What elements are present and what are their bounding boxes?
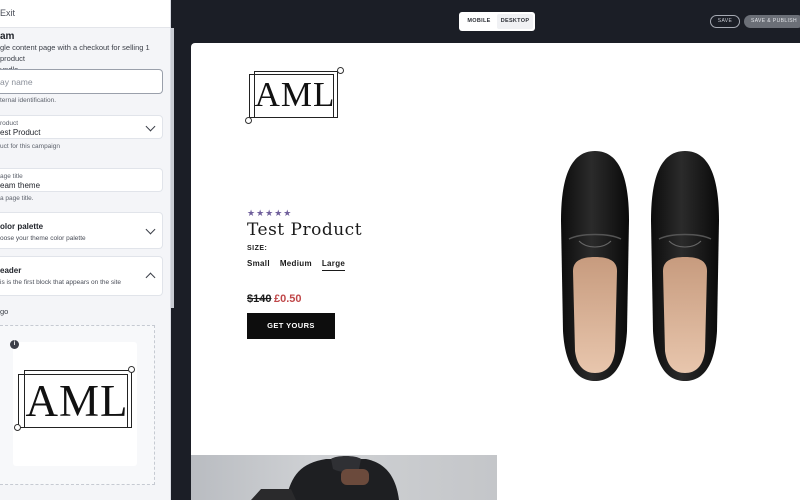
header-accordion[interactable]: eader is is the first block that appears… bbox=[0, 256, 163, 296]
product-title: Test Product bbox=[247, 220, 363, 240]
chevron-down-icon[interactable] bbox=[145, 121, 156, 132]
page-preview: AML ★★★★★ Test Product SIZE: Small Mediu… bbox=[191, 43, 800, 500]
resize-handle-icon[interactable] bbox=[337, 67, 344, 74]
exit-link[interactable]: Exit bbox=[0, 8, 15, 18]
resize-handle-icon[interactable] bbox=[14, 424, 21, 431]
campaign-title: am bbox=[0, 31, 15, 42]
color-palette-accordion[interactable]: olor palette oose your theme color palet… bbox=[0, 212, 163, 249]
chevron-down-icon[interactable] bbox=[145, 224, 156, 235]
product-select-label: roduct bbox=[0, 120, 19, 127]
resize-handle-icon[interactable] bbox=[245, 117, 252, 124]
original-price: $140 bbox=[247, 293, 272, 305]
desktop-view-button[interactable]: DESKTOP bbox=[497, 14, 533, 29]
resize-handle-icon[interactable] bbox=[128, 366, 135, 373]
color-palette-sub: oose your theme color palette bbox=[0, 235, 86, 242]
campaign-name-help: ternal identification. bbox=[0, 97, 57, 104]
size-options: Small Medium Large bbox=[247, 259, 346, 271]
logo-text: AML bbox=[254, 75, 336, 114]
size-option-small[interactable]: Small bbox=[247, 259, 270, 271]
product-select-value: est Product bbox=[0, 128, 41, 137]
product-select[interactable]: roduct est Product bbox=[0, 115, 163, 139]
sidebar-scrollbar[interactable] bbox=[171, 28, 174, 308]
header-section-sub: is is the first block that appears on th… bbox=[0, 279, 122, 286]
sidebar-header: Exit bbox=[0, 0, 170, 28]
lifestyle-photo bbox=[191, 455, 497, 500]
aml-logo-thumbnail: AML bbox=[14, 366, 136, 434]
campaign-name-placeholder: ay name bbox=[0, 77, 33, 87]
device-toggle: MOBILE DESKTOP bbox=[459, 12, 535, 31]
brand-logo[interactable]: AML bbox=[245, 67, 344, 124]
right-shoe bbox=[651, 151, 719, 381]
mobile-view-button[interactable]: MOBILE bbox=[461, 14, 497, 29]
rating-stars: ★★★★★ bbox=[247, 208, 293, 218]
size-option-large[interactable]: Large bbox=[321, 259, 346, 271]
size-label: SIZE: bbox=[247, 245, 268, 252]
save-publish-button[interactable]: SAVE & PUBLISH bbox=[744, 15, 800, 28]
get-yours-button[interactable]: GET YOURS bbox=[247, 313, 335, 339]
page-title-label: age title bbox=[0, 173, 23, 180]
chevron-up-icon[interactable] bbox=[145, 272, 156, 283]
header-section-label: eader bbox=[0, 266, 22, 275]
product-image bbox=[561, 151, 719, 381]
page-title-field[interactable]: age title eam theme bbox=[0, 168, 163, 192]
color-palette-label: olor palette bbox=[0, 222, 44, 231]
lifestyle-photo-graphic bbox=[251, 456, 399, 500]
campaign-name-field[interactable]: ay name bbox=[0, 69, 163, 94]
page-title-help: a page title. bbox=[0, 195, 34, 202]
logo-label: go bbox=[0, 307, 9, 316]
product-help: uct for this campaign bbox=[0, 143, 60, 150]
logo-upload-area[interactable]: AML bbox=[0, 325, 155, 485]
info-icon[interactable]: i bbox=[10, 340, 19, 349]
page-title-value: eam theme bbox=[0, 181, 41, 190]
save-button[interactable]: SAVE bbox=[710, 15, 740, 28]
logo-text: AML bbox=[25, 376, 129, 426]
left-shoe bbox=[561, 151, 629, 381]
logo-preview-card: AML bbox=[13, 342, 137, 466]
sale-price: £0.50 bbox=[274, 293, 302, 305]
editor-sidebar: Exit am gle content page with a checkout… bbox=[0, 0, 171, 500]
size-option-medium[interactable]: Medium bbox=[280, 259, 312, 271]
